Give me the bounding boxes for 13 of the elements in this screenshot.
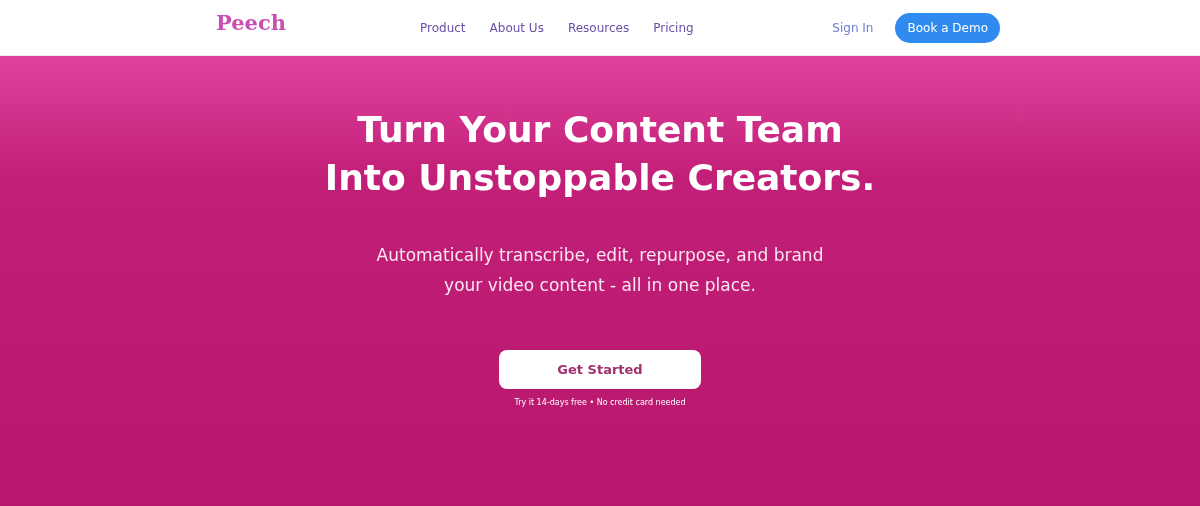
nav-link[interactable]: About Us [489,20,544,35]
subtitle: your video content - all in one place. [444,274,756,297]
nav-link[interactable]: Pricing [653,20,694,35]
headline: Turn Your Content Team [357,108,843,152]
headline: Into Unstoppable Creators. [324,156,876,200]
nav-link[interactable]: Product [420,20,466,35]
logo[interactable]: Peech [216,10,286,35]
subtitle: Automatically transcribe, edit, repurpose, and brand [376,244,824,267]
sign-in-link[interactable]: Sign In [832,20,874,35]
get-started-button[interactable]: Get Started [499,350,701,389]
nav-link[interactable]: Resources [567,20,630,35]
book-demo-button[interactable]: Book a Demo [895,12,1000,43]
trial-note: Try it 14-days free • No credit card needed [514,398,686,407]
